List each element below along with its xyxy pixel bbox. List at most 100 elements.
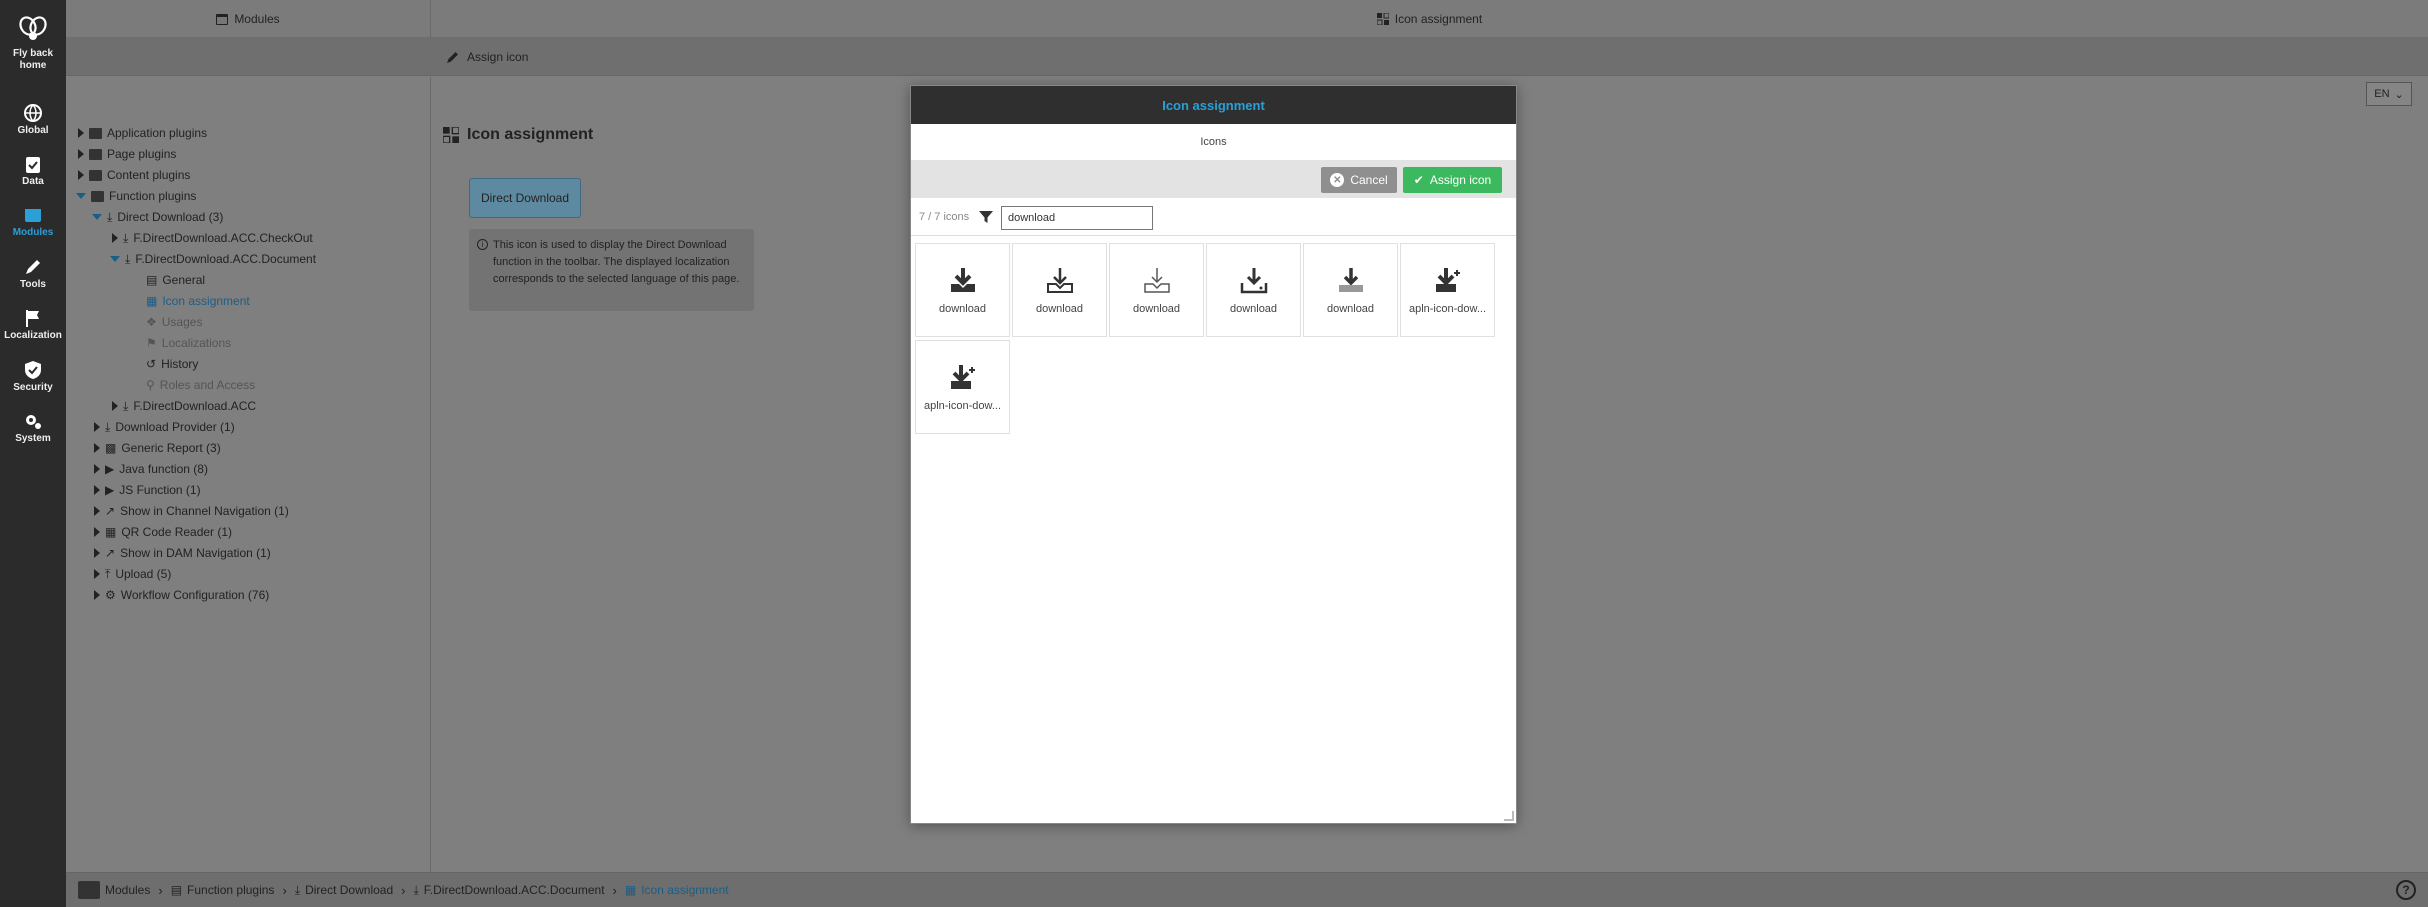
left-navigation: Fly back home Global Data Modules Tools … bbox=[0, 0, 66, 907]
icon-tile-download[interactable]: download bbox=[1012, 243, 1107, 337]
usages-icon: ❖ bbox=[146, 315, 157, 329]
language-select[interactable]: EN ⌄ bbox=[2366, 82, 2412, 106]
tree-item[interactable]: Content plugins bbox=[78, 166, 190, 184]
nav-item-modules[interactable]: Modules bbox=[0, 205, 66, 239]
tree-label: Usages bbox=[161, 315, 203, 329]
tree-item[interactable]: ↗ Show in DAM Navigation (1) bbox=[94, 544, 271, 562]
tree-item[interactable]: ⤓ Direct Download (3) bbox=[92, 208, 223, 226]
tree-item[interactable]: ▶ JS Function (1) bbox=[94, 481, 201, 499]
collapse-arrow-icon[interactable] bbox=[76, 193, 86, 199]
download-plus-icon bbox=[950, 365, 975, 389]
tree-item[interactable]: ⤓ Download Provider (1) bbox=[94, 418, 235, 436]
icon-tile-apln-download[interactable]: apln-icon-dow... bbox=[915, 340, 1010, 434]
expand-arrow-icon[interactable] bbox=[94, 506, 100, 516]
tree-item-localizations[interactable]: ⚑ Localizations bbox=[146, 334, 231, 352]
direct-download-preview-button[interactable]: Direct Download bbox=[469, 178, 581, 218]
icon-tile-label: apln-icon-dow... bbox=[1408, 303, 1487, 315]
breadcrumb-direct-download[interactable]: ⤓ Direct Download bbox=[295, 883, 393, 898]
nav-item-security[interactable]: Security bbox=[0, 360, 66, 394]
folder-icon bbox=[89, 127, 102, 139]
nav-fly-back-home[interactable]: Fly back home bbox=[0, 12, 66, 72]
chevron-down-icon: ⌄ bbox=[2394, 88, 2404, 101]
tree-item-general[interactable]: ▤ General bbox=[146, 271, 205, 289]
icon-tile-download[interactable]: download bbox=[1303, 243, 1398, 337]
icon-tile-download[interactable]: download bbox=[1109, 243, 1204, 337]
tree-item[interactable]: Function plugins bbox=[76, 187, 196, 205]
tree-item[interactable]: ▶ Java function (8) bbox=[94, 460, 208, 478]
expand-arrow-icon[interactable] bbox=[78, 128, 84, 138]
breadcrumb-modules[interactable]: Modules bbox=[78, 881, 150, 899]
tree-item-usages[interactable]: ❖ Usages bbox=[146, 313, 202, 331]
expand-arrow-icon[interactable] bbox=[94, 485, 100, 495]
check-icon: ✔ bbox=[1413, 173, 1424, 187]
expand-arrow-icon[interactable] bbox=[78, 149, 84, 159]
breadcrumb-label: F.DirectDownload.ACC.Document bbox=[423, 883, 605, 897]
tree-item[interactable]: ⤒ Upload (5) bbox=[94, 565, 171, 583]
tree-item[interactable]: ▩ Generic Report (3) bbox=[94, 439, 221, 457]
tree-label: Function plugins bbox=[109, 189, 197, 203]
flag-icon: ⚑ bbox=[146, 336, 157, 350]
tree-item[interactable]: ⤓ F.DirectDownload.ACC.CheckOut bbox=[112, 229, 313, 247]
icon-tile-download[interactable]: download bbox=[1206, 243, 1301, 337]
tab-icon-assignment[interactable]: Icon assignment bbox=[431, 0, 2428, 38]
nav-item-localization[interactable]: Localization bbox=[0, 308, 66, 342]
tree-item[interactable]: Application plugins bbox=[78, 124, 207, 142]
info-text: This icon is used to display the Direct … bbox=[493, 239, 740, 285]
folder-icon bbox=[89, 148, 102, 160]
download-icon: ⤓ bbox=[107, 209, 113, 224]
tree-item[interactable]: ▦ QR Code Reader (1) bbox=[94, 523, 232, 541]
tree-item[interactable]: ⤓ F.DirectDownload.ACC.Document bbox=[110, 250, 316, 268]
tree-item[interactable]: ⤓ F.DirectDownload.ACC bbox=[112, 397, 256, 415]
expand-arrow-icon[interactable] bbox=[94, 443, 100, 453]
resize-handle[interactable] bbox=[1504, 811, 1514, 821]
icon-tile-apln-download[interactable]: apln-icon-dow... bbox=[1400, 243, 1495, 337]
tree-item[interactable]: ⚙ Workflow Configuration (76) bbox=[94, 586, 269, 604]
download-outline-icon bbox=[1046, 268, 1073, 293]
expand-arrow-icon[interactable] bbox=[112, 233, 118, 243]
nav-item-global[interactable]: Global bbox=[0, 103, 66, 137]
tree-item[interactable]: Page plugins bbox=[78, 145, 176, 163]
qr-icon: ▦ bbox=[105, 525, 117, 539]
tree-item-icon-assignment[interactable]: ▦ Icon assignment bbox=[146, 292, 250, 310]
icon-tile-download[interactable]: download bbox=[915, 243, 1010, 337]
breadcrumb-function-plugins[interactable]: ▤ Function plugins bbox=[171, 883, 275, 897]
breadcrumb-icon-assignment[interactable]: ▦ Icon assignment bbox=[625, 883, 729, 897]
breadcrumb-document[interactable]: ⤓ F.DirectDownload.ACC.Document bbox=[413, 883, 604, 898]
expand-arrow-icon[interactable] bbox=[78, 170, 84, 180]
icon-assignment-icon: ▦ bbox=[146, 294, 158, 308]
icon-tile-label: download bbox=[1035, 303, 1084, 315]
nav-item-tools[interactable]: Tools bbox=[0, 257, 66, 291]
chevron-right-icon: › bbox=[282, 882, 287, 898]
report-icon: ▩ bbox=[105, 441, 117, 455]
cancel-button[interactable]: ✕ Cancel bbox=[1321, 167, 1397, 193]
expand-arrow-icon[interactable] bbox=[94, 422, 100, 432]
filter-icon[interactable] bbox=[979, 210, 993, 224]
shield-icon bbox=[25, 361, 41, 379]
close-icon: ✕ bbox=[1330, 173, 1345, 187]
nav-label: Global bbox=[17, 125, 49, 136]
expand-arrow-icon[interactable] bbox=[94, 569, 100, 579]
download-thin-icon bbox=[1143, 268, 1170, 293]
chevron-right-icon: › bbox=[401, 882, 406, 898]
expand-arrow-icon[interactable] bbox=[94, 527, 100, 537]
clipboard-icon bbox=[26, 157, 40, 173]
expand-arrow-icon[interactable] bbox=[94, 548, 100, 558]
tab-modules[interactable]: Modules bbox=[66, 0, 431, 38]
assign-icon-button[interactable]: Assign icon bbox=[446, 38, 528, 76]
icon-tile-label: download bbox=[1326, 303, 1375, 315]
tree-item[interactable]: ↗ Show in Channel Navigation (1) bbox=[94, 502, 289, 520]
icon-assignment-icon: ▦ bbox=[624, 883, 637, 897]
collapse-arrow-icon[interactable] bbox=[110, 256, 120, 262]
icon-tile-label: download bbox=[1132, 303, 1181, 315]
assign-icon-confirm-button[interactable]: ✔ Assign icon bbox=[1403, 167, 1502, 193]
nav-item-data[interactable]: Data bbox=[0, 154, 66, 188]
nav-item-system[interactable]: System bbox=[0, 411, 66, 445]
icon-search-input[interactable] bbox=[1001, 206, 1153, 230]
collapse-arrow-icon[interactable] bbox=[92, 214, 102, 220]
help-icon[interactable]: ? bbox=[2396, 880, 2416, 900]
tree-item-roles[interactable]: ⚲ Roles and Access bbox=[146, 376, 255, 394]
expand-arrow-icon[interactable] bbox=[112, 401, 118, 411]
expand-arrow-icon[interactable] bbox=[94, 590, 100, 600]
tree-item-history[interactable]: ↺ History bbox=[146, 355, 198, 373]
expand-arrow-icon[interactable] bbox=[94, 464, 100, 474]
